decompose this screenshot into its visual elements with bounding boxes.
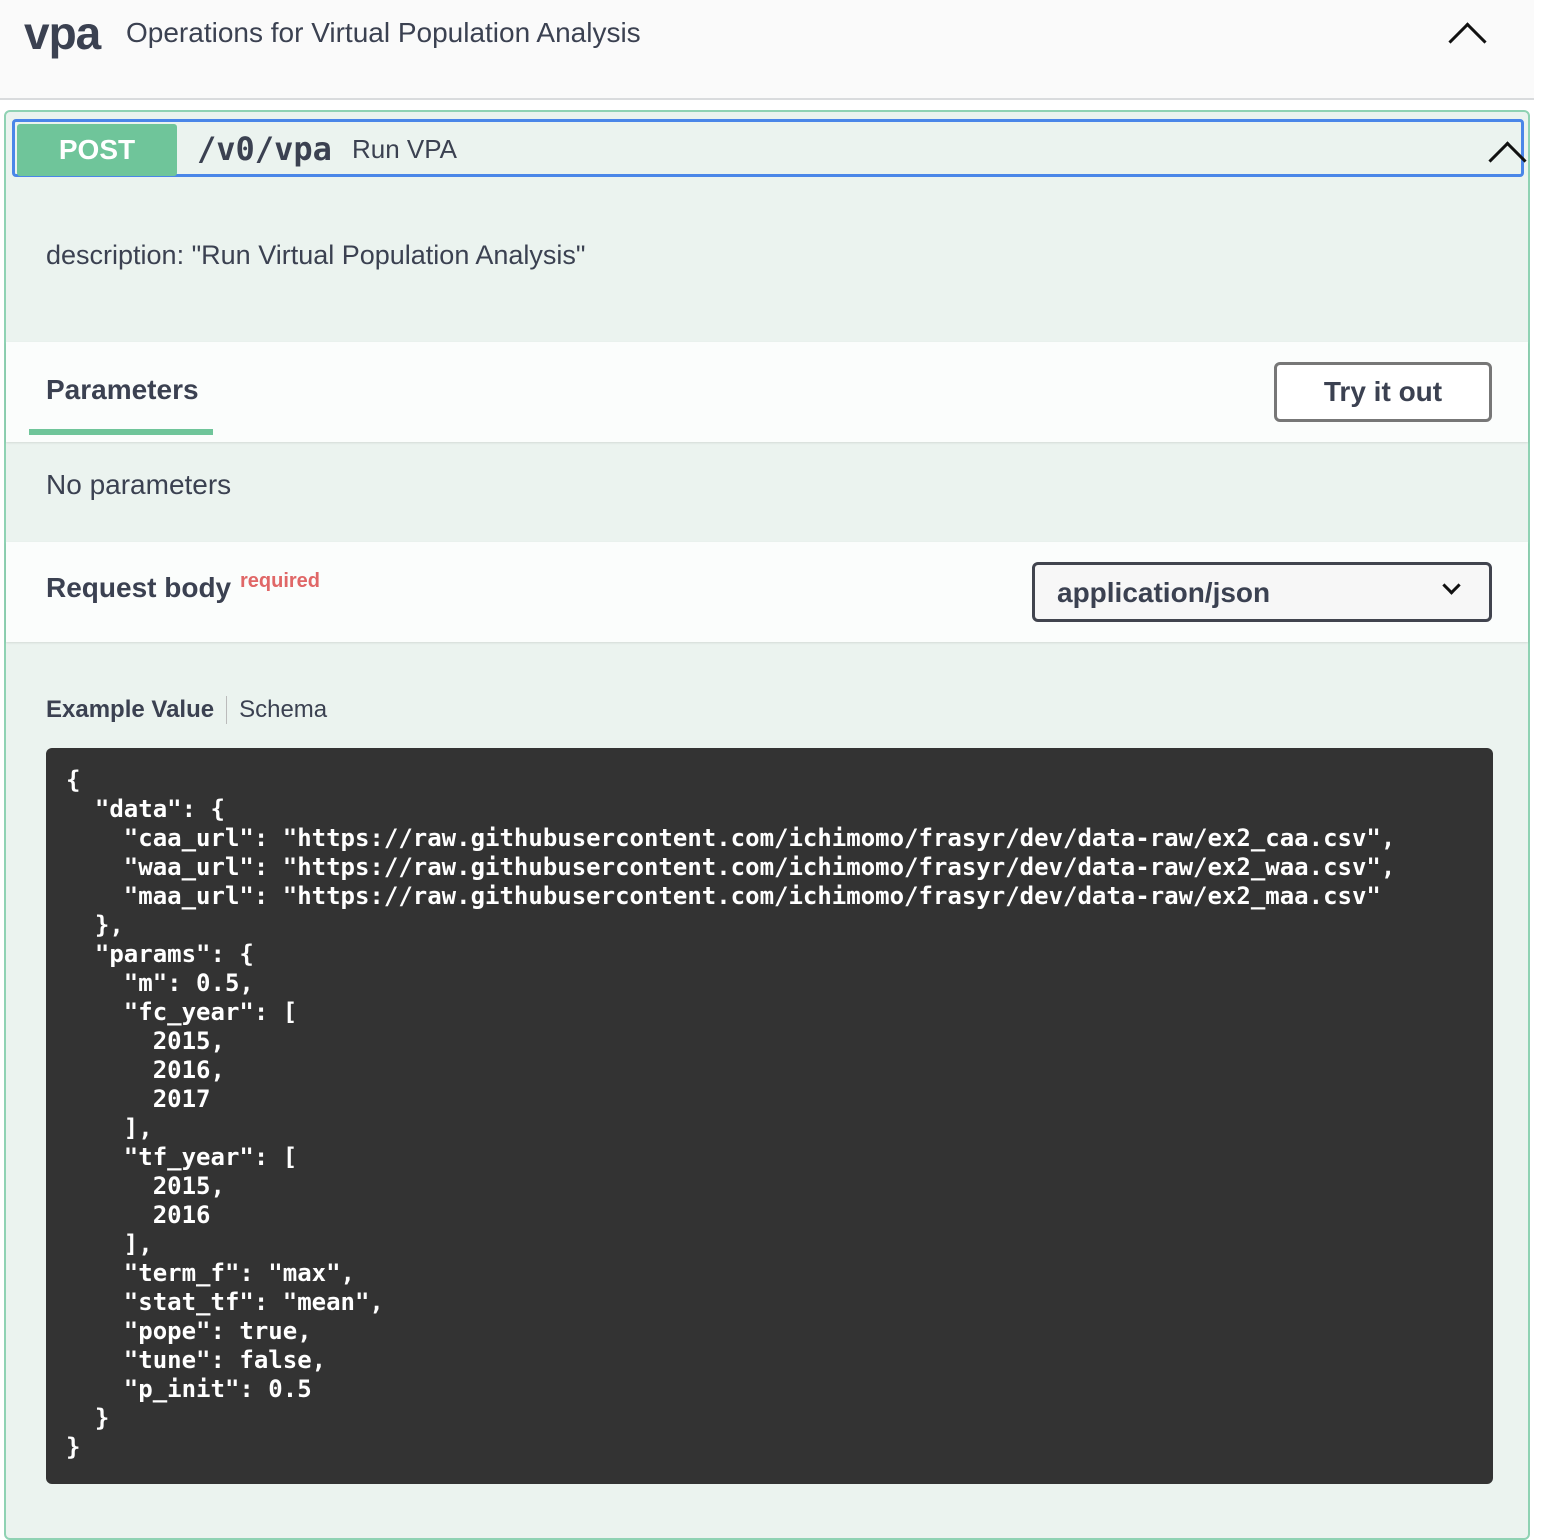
example-tabs: Example Value Schema bbox=[46, 694, 327, 726]
tag-header[interactable]: vpa Operations for Virtual Population An… bbox=[0, 0, 1534, 100]
chevron-up-icon[interactable] bbox=[1448, 22, 1487, 61]
request-body-header: Request body required application/json bbox=[6, 542, 1528, 642]
tab-divider bbox=[226, 696, 228, 724]
content-type-value: application/json bbox=[1057, 577, 1271, 608]
parameters-header: Parameters Try it out bbox=[6, 342, 1528, 442]
example-json: { "data": { "caa_url": "https://raw.gith… bbox=[66, 766, 1396, 1461]
tag-description: Operations for Virtual Population Analys… bbox=[126, 17, 641, 48]
example-code-block[interactable]: { "data": { "caa_url": "https://raw.gith… bbox=[46, 748, 1493, 1484]
operation-path: /v0/vpa bbox=[197, 130, 332, 168]
no-parameters-text: No parameters bbox=[46, 469, 232, 500]
operation-summary[interactable]: POST /v0/vpa Run VPA bbox=[12, 119, 1527, 180]
tab-active-indicator bbox=[29, 429, 213, 435]
tab-schema[interactable]: Schema bbox=[239, 696, 327, 724]
operation-description: description: "Run Virtual Population Ana… bbox=[46, 240, 586, 270]
operation-summary-text: Run VPA bbox=[352, 134, 458, 164]
operation-block: POST /v0/vpa Run VPA description: "Run V… bbox=[4, 110, 1530, 1540]
chevron-down-icon bbox=[1442, 576, 1461, 595]
try-it-out-button[interactable]: Try it out bbox=[1274, 362, 1492, 422]
method-badge: POST bbox=[17, 124, 177, 176]
tag-name: vpa bbox=[24, 7, 101, 59]
tab-parameters[interactable]: Parameters bbox=[46, 374, 199, 406]
content-type-select[interactable]: application/json bbox=[1032, 562, 1492, 622]
required-label: required bbox=[240, 570, 321, 592]
tab-example-value[interactable]: Example Value bbox=[46, 696, 214, 724]
chevron-up-icon[interactable] bbox=[1488, 141, 1527, 180]
request-body-title: Request body bbox=[46, 572, 232, 603]
